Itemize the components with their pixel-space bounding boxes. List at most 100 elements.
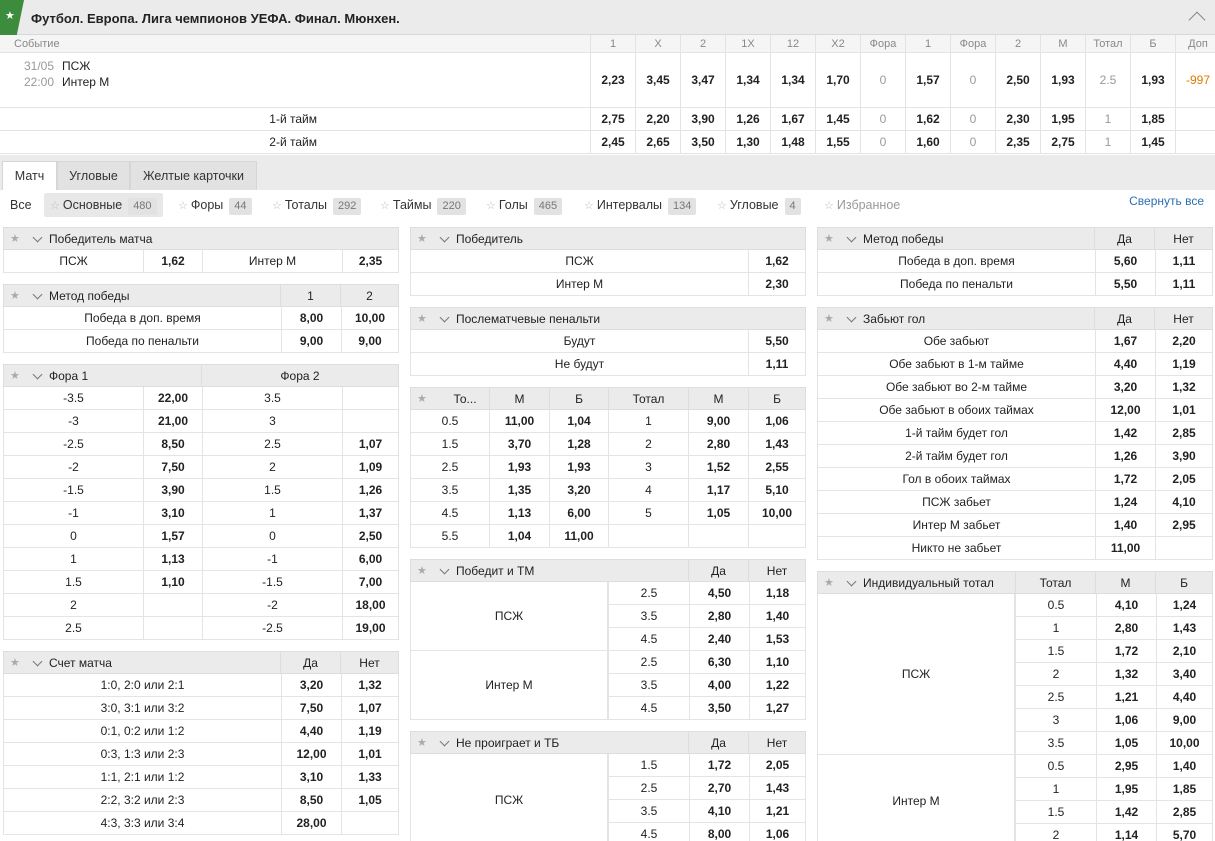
odds-cell[interactable]: 7,50 [281, 697, 341, 719]
odds-cell[interactable]: 1,19 [341, 720, 398, 742]
odds-cell[interactable]: 1,18 [749, 582, 805, 604]
odds-cell[interactable]: 1,45 [1130, 131, 1175, 153]
odds-cell[interactable]: 4,40 [1156, 686, 1212, 708]
odds-cell[interactable]: 4,10 [1155, 491, 1212, 513]
odds-cell[interactable]: 1,40 [1095, 514, 1155, 536]
odds-cell[interactable]: 2,35 [342, 250, 398, 272]
chevron-down-icon[interactable] [439, 232, 450, 243]
odds-cell[interactable]: 1,30 [725, 131, 770, 153]
odds-cell[interactable]: 1,32 [1155, 376, 1212, 398]
chevron-down-icon[interactable] [439, 736, 450, 747]
odds-cell[interactable]: 1,70 [815, 53, 860, 107]
odds-cell[interactable]: 3,10 [281, 766, 341, 788]
filter-item[interactable]: ☆ Голы 465 [480, 193, 568, 217]
odds-cell[interactable]: 1,32 [341, 674, 398, 696]
odds-cell[interactable]: 5,50 [1095, 273, 1155, 295]
odds-cell[interactable]: 1,32 [1096, 663, 1156, 685]
odds-cell[interactable]: 9,00 [1156, 709, 1212, 731]
odds-cell[interactable]: 1,28 [549, 433, 608, 455]
odds-cell[interactable]: 3,20 [1095, 376, 1155, 398]
odds-cell[interactable]: 6,00 [549, 502, 608, 524]
odds-cell[interactable]: 0 [950, 53, 995, 107]
odds-cell[interactable]: 9,00 [341, 330, 398, 352]
odds-cell[interactable]: 6,30 [689, 651, 749, 673]
odds-cell[interactable]: 1,40 [1156, 755, 1212, 777]
collapse-all-link[interactable]: Свернуть все [1129, 194, 1204, 208]
odds-cell[interactable]: 7,50 [143, 456, 202, 478]
odds-cell[interactable]: 2,75 [590, 108, 635, 130]
odds-cell[interactable]: 1,07 [342, 433, 398, 455]
filter-item[interactable]: ☆ Тоталы 292 [266, 193, 367, 217]
odds-cell[interactable]: 0 [950, 108, 995, 130]
odds-cell[interactable]: 2,85 [1155, 422, 1212, 444]
odds-cell[interactable]: 1,22 [749, 674, 805, 696]
odds-cell[interactable]: 1,37 [342, 502, 398, 524]
odds-cell[interactable]: 2,30 [748, 273, 805, 295]
odds-cell[interactable]: 1,13 [143, 548, 202, 570]
odds-cell[interactable]: 1,24 [1095, 491, 1155, 513]
odds-cell[interactable]: 12,00 [281, 743, 341, 765]
odds-cell[interactable]: 8,50 [143, 433, 202, 455]
odds-cell[interactable]: 1,27 [749, 697, 805, 719]
odds-cell[interactable]: 10,00 [341, 307, 398, 329]
odds-cell[interactable]: 10,00 [1156, 732, 1212, 754]
odds-cell[interactable]: 1,85 [1130, 108, 1175, 130]
chevron-down-icon[interactable] [32, 289, 43, 300]
tab-2[interactable]: Желтые карточки [130, 161, 257, 190]
star-icon[interactable]: ★ [417, 564, 427, 577]
odds-cell[interactable]: 2,10 [1156, 640, 1212, 662]
odds-cell[interactable]: 2,40 [689, 628, 749, 650]
odds-cell[interactable]: 1,10 [749, 651, 805, 673]
odds-cell[interactable]: 1,60 [905, 131, 950, 153]
odds-cell[interactable]: 2,70 [689, 777, 749, 799]
odds-cell[interactable]: 1,93 [1040, 53, 1085, 107]
filter-item[interactable]: ☆ Основные 480 [44, 193, 163, 217]
filter-item[interactable]: ☆ Интервалы 134 [578, 193, 702, 217]
odds-cell[interactable]: 2,80 [688, 433, 748, 455]
odds-cell[interactable]: 2,50 [995, 53, 1040, 107]
odds-cell[interactable]: 3,47 [680, 53, 725, 107]
odds-cell[interactable]: 1,43 [749, 777, 805, 799]
odds-cell[interactable]: 0 [860, 131, 905, 153]
odds-cell[interactable]: 3,10 [143, 502, 202, 524]
filter-item[interactable]: ☆ Форы 44 [172, 193, 258, 217]
odds-cell[interactable]: 0 [860, 53, 905, 107]
odds-cell[interactable]: 1,14 [1096, 824, 1156, 841]
odds-cell[interactable] [342, 387, 398, 409]
odds-cell[interactable] [143, 594, 202, 616]
odds-cell[interactable]: 1,53 [749, 628, 805, 650]
odds-cell[interactable]: 1,93 [549, 456, 608, 478]
odds-cell[interactable]: 0 [860, 108, 905, 130]
star-icon[interactable]: ★ [10, 656, 20, 669]
odds-cell[interactable]: 1,07 [341, 697, 398, 719]
odds-cell[interactable]: 1,06 [1096, 709, 1156, 731]
odds-cell[interactable]: 1,19 [1155, 353, 1212, 375]
odds-cell[interactable]: 1,11 [748, 353, 805, 375]
odds-cell[interactable]: 1,13 [489, 502, 549, 524]
odds-cell[interactable]: 2,45 [590, 131, 635, 153]
odds-cell[interactable]: 1,34 [770, 53, 815, 107]
odds-cell[interactable]: 2,80 [1096, 617, 1156, 639]
odds-cell[interactable]: 5,50 [748, 330, 805, 352]
odds-cell[interactable]: 3,50 [680, 131, 725, 153]
odds-cell[interactable]: 1,85 [1156, 778, 1212, 800]
odds-cell[interactable]: 2,20 [1155, 330, 1212, 352]
odds-cell[interactable]: 1,93 [1130, 53, 1175, 107]
odds-cell[interactable]: 19,00 [342, 617, 398, 639]
odds-cell[interactable]: 2,50 [342, 525, 398, 547]
odds-cell[interactable] [1155, 537, 1212, 559]
odds-cell[interactable]: 2,95 [1096, 755, 1156, 777]
odds-cell[interactable]: 1,04 [549, 410, 608, 432]
odds-cell[interactable]: 1 [1085, 131, 1130, 153]
chevron-down-icon[interactable] [439, 312, 450, 323]
odds-cell[interactable]: 1,04 [489, 525, 549, 547]
odds-cell[interactable]: 1,67 [770, 108, 815, 130]
odds-cell[interactable]: 1,62 [143, 250, 202, 272]
odds-cell[interactable]: 2,75 [1040, 131, 1085, 153]
chevron-down-icon[interactable] [846, 576, 857, 587]
odds-cell[interactable]: 1,01 [1155, 399, 1212, 421]
odds-cell[interactable]: 6,00 [342, 548, 398, 570]
odds-cell[interactable]: 1,11 [1155, 250, 1212, 272]
star-icon[interactable]: ★ [10, 232, 20, 245]
odds-cell[interactable]: 9,00 [688, 410, 748, 432]
